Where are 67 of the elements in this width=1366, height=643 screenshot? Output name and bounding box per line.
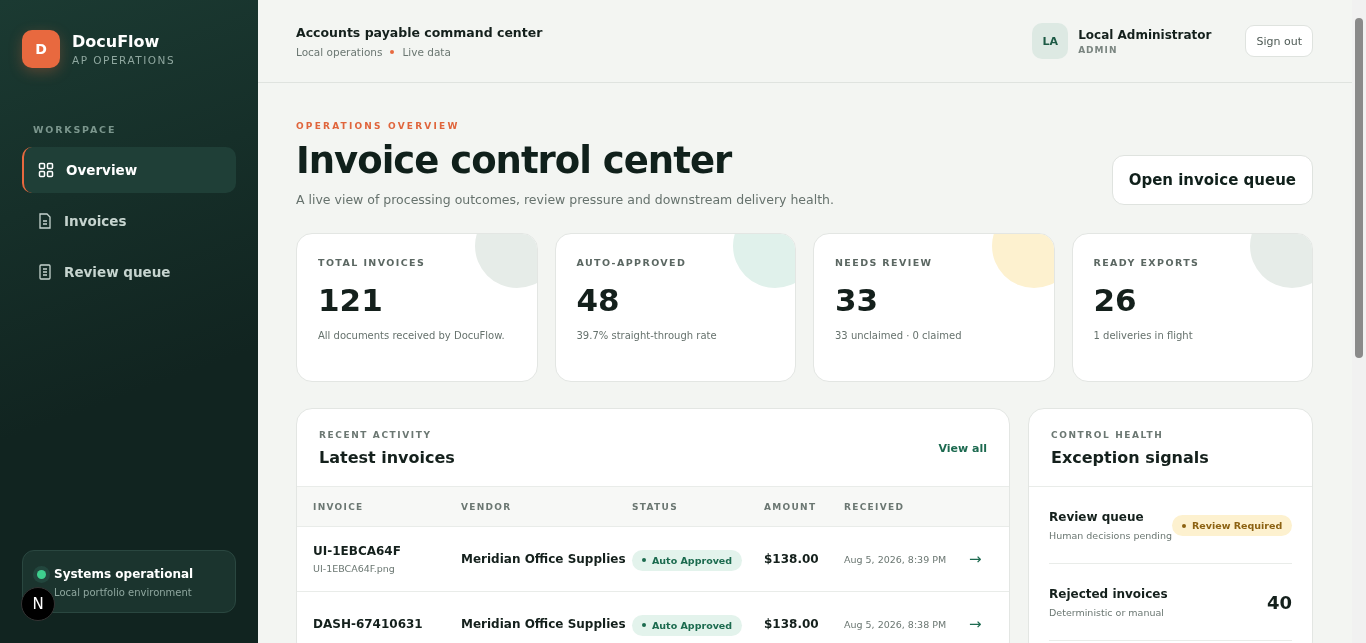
- status-badge: Auto Approved: [632, 614, 743, 636]
- status-title: Systems operational: [54, 567, 194, 581]
- signal-subtitle: Deterministic or manual: [1049, 607, 1165, 618]
- open-row-link[interactable]: →: [969, 615, 1009, 633]
- stat-value: 48: [576, 282, 621, 318]
- grid-icon: [38, 162, 54, 178]
- panel-eyebrow: RECENT ACTIVITY: [319, 430, 433, 440]
- column-header: RECEIVED: [844, 501, 906, 512]
- brand-subtitle: AP OPERATIONS: [72, 54, 176, 66]
- column-header: STATUS: [632, 501, 679, 512]
- invoice-number: UI-1EBCA64F: [313, 544, 402, 558]
- column-header: AMOUNT: [764, 501, 818, 512]
- brand-name: DocuFlow: [72, 32, 161, 51]
- received-cell-text: Aug 5, 2026, 8:38 PM: [844, 618, 948, 630]
- user-name: Local Administrator: [1078, 27, 1212, 42]
- list-document-icon: [38, 264, 52, 280]
- status-badge: Review Required: [1172, 515, 1293, 536]
- signal-count: 40: [1266, 592, 1292, 613]
- panel-eyebrow: CONTROL HEALTH: [1051, 430, 1165, 440]
- signal-title: Review queue: [1049, 510, 1145, 524]
- stat-value: 33: [835, 282, 880, 318]
- section-label: WORKSPACE: [33, 124, 118, 135]
- stat-note: All documents received by DocuFlow.: [318, 330, 506, 341]
- open-queue-button[interactable]: Open invoice queue: [1111, 155, 1313, 205]
- view-all-link[interactable]: View all: [938, 442, 987, 455]
- sidebar-item[interactable]: Invoices: [22, 198, 236, 244]
- received-cell-text: Aug 5, 2026, 8:39 PM: [844, 553, 948, 565]
- column-header: INVOICE: [313, 501, 365, 512]
- stat-label: TOTAL INVOICES: [318, 257, 427, 268]
- stat-note: 33 unclaimed · 0 claimed: [835, 330, 963, 341]
- amount-cell-text: $138.00: [764, 617, 820, 631]
- stat-label: NEEDS REVIEW: [835, 257, 934, 268]
- sidebar-item[interactable]: Overview: [22, 147, 236, 193]
- sidebar-item[interactable]: Review queue: [22, 249, 236, 295]
- stat-label: READY EXPORTS: [1093, 257, 1201, 268]
- user-avatar: LA: [1032, 23, 1069, 59]
- status-badge: Auto Approved: [632, 549, 743, 571]
- dev-tools-button[interactable]: N: [21, 587, 55, 621]
- meta-text: Local operations: [296, 45, 383, 58]
- stat-note: 39.7% straight-through rate: [576, 330, 718, 341]
- column-header: VENDOR: [461, 501, 513, 512]
- logo-icon: D: [22, 30, 60, 68]
- status-subtitle: Local portfolio environment: [53, 587, 193, 598]
- stat-value: 26: [1093, 282, 1138, 318]
- amount-cell-text: $138.00: [764, 552, 820, 566]
- file-name: UI-1EBCA64F.png: [313, 563, 396, 574]
- page-title: Accounts payable command center: [296, 24, 543, 40]
- signal-subtitle: Human decisions pending: [1049, 530, 1173, 541]
- hero-title: Invoice control center: [296, 139, 733, 182]
- section-eyebrow: OPERATIONS OVERVIEW: [296, 121, 461, 131]
- stat-label: AUTO-APPROVED: [576, 257, 688, 268]
- separator-dot: [390, 49, 395, 54]
- user-role: ADMIN: [1078, 44, 1119, 55]
- open-row-link[interactable]: →: [969, 550, 1009, 568]
- panel-title: Exception signals: [1051, 448, 1209, 467]
- stat-note: 1 deliveries in flight: [1093, 330, 1194, 341]
- hero-description: A live view of processing outcomes, review pressure and downstream delivery health.: [296, 192, 834, 207]
- scrollbar[interactable]: [1352, 0, 1366, 643]
- vendor-cell-text: Meridian Office Supplies: [461, 552, 627, 566]
- document-icon: [38, 213, 52, 229]
- invoice-number: DASH-67410631: [313, 617, 424, 631]
- vendor-cell-text: Meridian Office Supplies: [461, 617, 627, 631]
- panel-title: Latest invoices: [319, 448, 455, 467]
- sign-out-button[interactable]: Sign out: [1245, 25, 1313, 57]
- stat-value: 121: [318, 282, 384, 318]
- meta-text: Live data: [402, 45, 451, 58]
- signal-title: Rejected invoices: [1049, 587, 1168, 601]
